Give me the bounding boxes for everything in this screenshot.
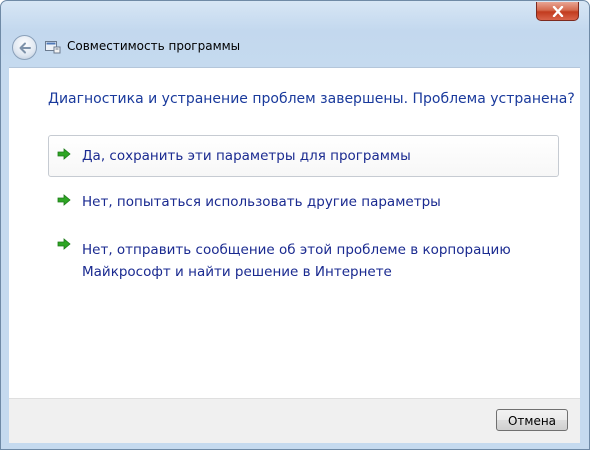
command-link-label: Да, сохранить эти параметры для программ… <box>82 148 411 164</box>
green-arrow-icon <box>57 238 71 250</box>
page-heading: Диагностика и устранение проблем заверше… <box>48 91 575 107</box>
window-title: Совместимость программы <box>67 39 241 53</box>
command-link-save-settings[interactable]: Да, сохранить эти параметры для программ… <box>48 135 559 177</box>
close-icon <box>552 5 563 18</box>
command-link-label: Нет, отправить сообщение об этой проблем… <box>82 242 511 280</box>
back-arrow-icon <box>19 42 31 54</box>
cancel-button[interactable]: Отмена <box>496 409 568 431</box>
command-link-try-other-settings[interactable]: Нет, попытаться использовать другие пара… <box>48 181 559 223</box>
back-button[interactable] <box>12 35 37 60</box>
dialog-footer: Отмена <box>9 398 580 443</box>
program-compatibility-icon <box>45 41 61 54</box>
green-arrow-icon <box>57 148 71 160</box>
content-area: Диагностика и устранение проблем заверше… <box>9 67 580 398</box>
green-arrow-icon <box>57 194 71 206</box>
dialog-window: Совместимость программы Диагностика и ус… <box>0 0 590 450</box>
close-button[interactable] <box>536 2 579 21</box>
command-link-label: Нет, попытаться использовать другие пара… <box>82 194 441 210</box>
command-link-report-problem[interactable]: Нет, отправить сообщение об этой проблем… <box>48 225 559 287</box>
